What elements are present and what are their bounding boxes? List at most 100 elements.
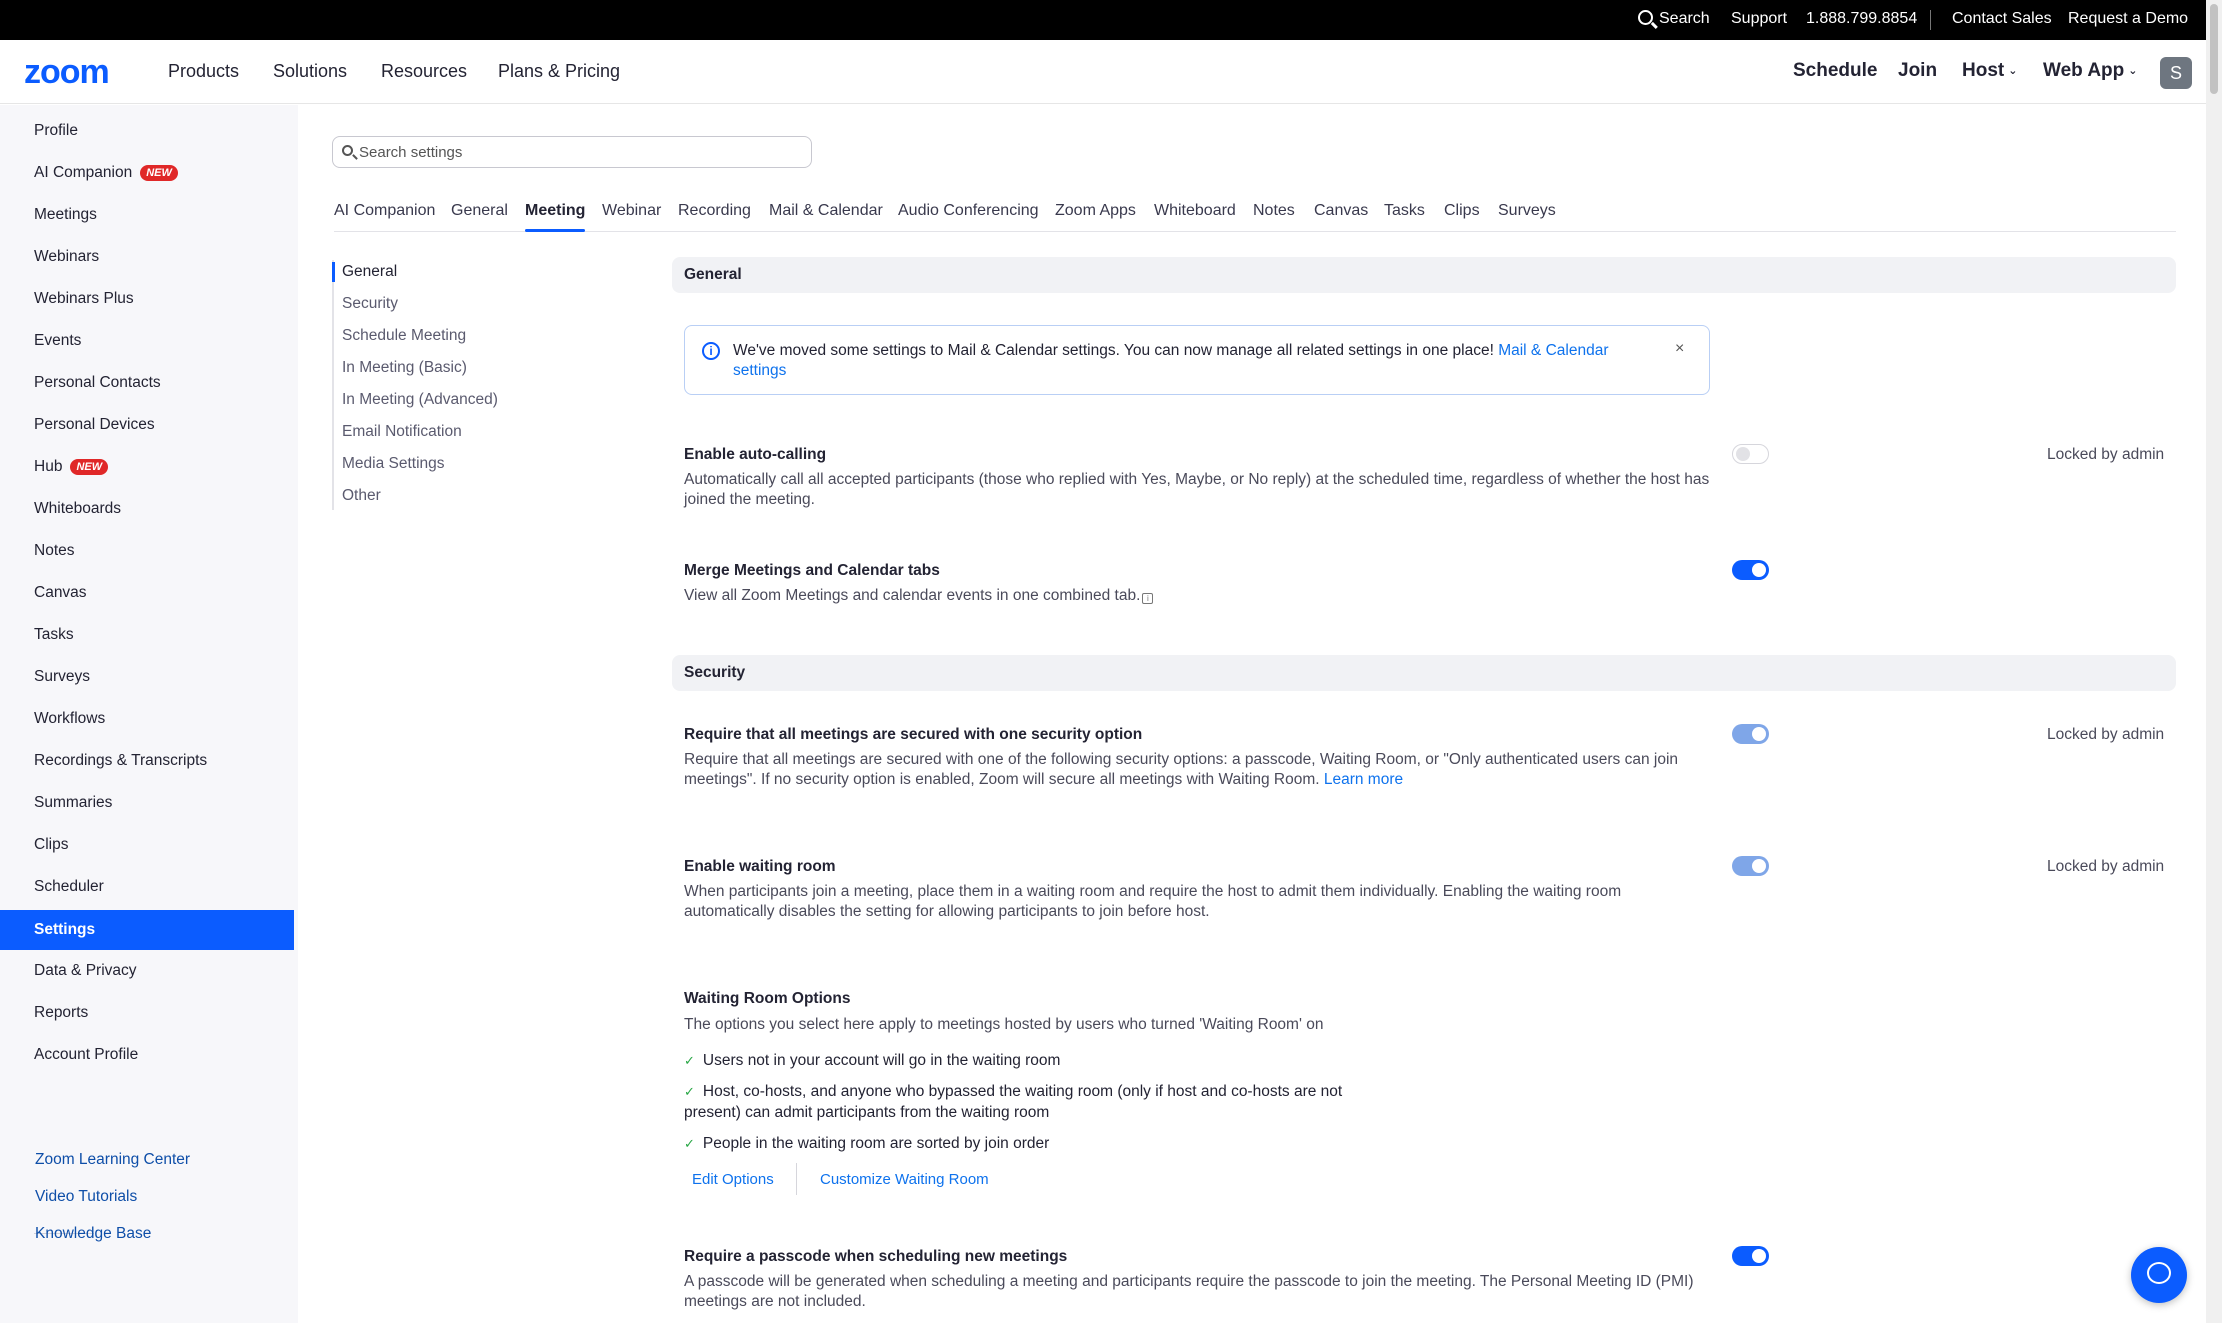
edit-options-link[interactable]: Edit Options bbox=[692, 1171, 774, 1188]
sidebar-item-recordings-transcripts[interactable]: Recordings & Transcripts bbox=[34, 752, 207, 770]
search-icon bbox=[342, 145, 353, 156]
checkmark-icon: ✓ bbox=[684, 1136, 695, 1151]
nav-plans-pricing[interactable]: Plans & Pricing bbox=[498, 61, 620, 82]
chevron-down-icon: ⌄ bbox=[2008, 65, 2018, 77]
learn-more-link[interactable]: Learn more bbox=[1324, 771, 1403, 788]
nav-products[interactable]: Products bbox=[168, 61, 239, 82]
tab-notes[interactable]: Notes bbox=[1253, 202, 1295, 220]
sidebar-item-data-privacy[interactable]: Data & Privacy bbox=[34, 962, 137, 980]
scrollbar-thumb[interactable] bbox=[2210, 4, 2218, 94]
chevron-down-icon: ⌄ bbox=[2128, 65, 2138, 77]
merge-tabs-title: Merge Meetings and Calendar tabs bbox=[684, 562, 940, 579]
nav-resources[interactable]: Resources bbox=[381, 61, 467, 82]
tab-tasks[interactable]: Tasks bbox=[1384, 202, 1425, 220]
sidebar-item-tasks[interactable]: Tasks bbox=[34, 626, 74, 644]
sidebar-item-clips[interactable]: Clips bbox=[34, 836, 68, 854]
schedule-link[interactable]: Schedule bbox=[1793, 60, 1877, 82]
sidebar-item-notes[interactable]: Notes bbox=[34, 542, 75, 560]
tab-whiteboard[interactable]: Whiteboard bbox=[1154, 202, 1236, 220]
search-icon bbox=[1638, 10, 1658, 29]
auto-calling-toggle[interactable] bbox=[1732, 444, 1769, 464]
passcode-title: Require a passcode when scheduling new m… bbox=[684, 1248, 1068, 1265]
sidebar-item-webinars-plus[interactable]: Webinars Plus bbox=[34, 290, 134, 308]
sidebar-item-whiteboards[interactable]: Whiteboards bbox=[34, 500, 121, 518]
zoom-logo[interactable]: zoom bbox=[24, 55, 110, 89]
sidebar-item-ai-companion[interactable]: AI Companion NEW bbox=[34, 164, 178, 182]
sidebar-item-surveys[interactable]: Surveys bbox=[34, 668, 90, 686]
tab-webinar[interactable]: Webinar bbox=[602, 202, 661, 220]
sidebar-item-account-profile[interactable]: Account Profile bbox=[34, 1046, 138, 1064]
customize-waiting-room-link[interactable]: Customize Waiting Room bbox=[820, 1171, 989, 1188]
page-scrollbar[interactable] bbox=[2206, 0, 2222, 1323]
sidebar-item-scheduler[interactable]: Scheduler bbox=[34, 878, 104, 896]
contact-sales-link[interactable]: Contact Sales bbox=[1952, 10, 2052, 28]
merge-tabs-toggle[interactable] bbox=[1732, 560, 1769, 580]
web-app-menu[interactable]: Web App ⌄ bbox=[2043, 60, 2138, 82]
locked-by-admin-label: Locked by admin bbox=[2047, 446, 2165, 463]
subnav-active-indicator bbox=[332, 262, 335, 282]
new-badge: NEW bbox=[70, 459, 109, 475]
sidebar-item-personal-devices[interactable]: Personal Devices bbox=[34, 416, 155, 434]
left-sidebar: Profile AI Companion NEW Meetings Webinar… bbox=[0, 105, 298, 1323]
nav-solutions[interactable]: Solutions bbox=[273, 61, 347, 82]
sidebar-item-workflows[interactable]: Workflows bbox=[34, 710, 105, 728]
tab-clips[interactable]: Clips bbox=[1444, 202, 1480, 220]
phone-link[interactable]: 1.888.799.8854 bbox=[1806, 10, 1917, 28]
top-utility-bar: Search Support 1.888.799.8854 Contact Sa… bbox=[0, 0, 2222, 40]
support-link[interactable]: Support bbox=[1731, 10, 1787, 28]
waiting-room-options-title: Waiting Room Options bbox=[684, 990, 851, 1007]
sidebar-item-settings[interactable]: Settings bbox=[0, 910, 294, 950]
join-link[interactable]: Join bbox=[1898, 60, 1937, 82]
merge-tabs-description: View all Zoom Meetings and calendar even… bbox=[684, 586, 1714, 606]
video-tutorials-link[interactable]: Video Tutorials bbox=[35, 1188, 137, 1206]
new-badge: NEW bbox=[140, 165, 178, 181]
zoom-learning-center-link[interactable]: Zoom Learning Center bbox=[35, 1151, 190, 1169]
subnav-other[interactable]: Other bbox=[342, 487, 381, 505]
tab-meeting[interactable]: Meeting bbox=[525, 202, 586, 232]
secure-option-title: Require that all meetings are secured wi… bbox=[684, 726, 1143, 743]
subnav-media-settings[interactable]: Media Settings bbox=[342, 455, 445, 473]
chat-help-button[interactable] bbox=[2131, 1247, 2187, 1303]
tab-zoom-apps[interactable]: Zoom Apps bbox=[1055, 202, 1136, 220]
subnav-schedule-meeting[interactable]: Schedule Meeting bbox=[342, 327, 466, 345]
sidebar-item-personal-contacts[interactable]: Personal Contacts bbox=[34, 374, 161, 392]
auto-calling-title: Enable auto-calling bbox=[684, 446, 827, 463]
sidebar-item-canvas[interactable]: Canvas bbox=[34, 584, 87, 602]
tab-mail-calendar[interactable]: Mail & Calendar bbox=[769, 202, 883, 220]
subnav-general[interactable]: General bbox=[342, 263, 397, 281]
checkmark-icon: ✓ bbox=[684, 1084, 695, 1099]
subnav-email-notification[interactable]: Email Notification bbox=[342, 423, 462, 441]
search-link[interactable]: Search bbox=[1638, 10, 1710, 29]
tab-ai-companion[interactable]: AI Companion bbox=[334, 202, 435, 220]
tooltip-icon[interactable]: i bbox=[1142, 593, 1154, 604]
chat-bubble-icon bbox=[2147, 1262, 2171, 1284]
waiting-room-toggle[interactable] bbox=[1732, 856, 1769, 876]
topbar-divider bbox=[1930, 10, 1931, 30]
sidebar-item-events[interactable]: Events bbox=[34, 332, 81, 350]
request-demo-link[interactable]: Request a Demo bbox=[2068, 10, 2188, 28]
notice-message: We've moved some settings to Mail & Cale… bbox=[733, 342, 1609, 379]
sidebar-item-hub[interactable]: Hub NEW bbox=[34, 458, 109, 476]
sidebar-item-reports[interactable]: Reports bbox=[34, 1004, 88, 1022]
sidebar-item-summaries[interactable]: Summaries bbox=[34, 794, 112, 812]
tab-surveys[interactable]: Surveys bbox=[1498, 202, 1556, 220]
close-icon[interactable]: × bbox=[1675, 340, 1684, 358]
secure-option-toggle[interactable] bbox=[1732, 724, 1769, 744]
waiting-room-check-item: ✓ Users not in your account will go in th… bbox=[684, 1052, 1061, 1069]
tab-canvas[interactable]: Canvas bbox=[1314, 202, 1368, 220]
sidebar-item-webinars[interactable]: Webinars bbox=[34, 248, 99, 266]
sidebar-item-meetings[interactable]: Meetings bbox=[34, 206, 97, 224]
sidebar-item-profile[interactable]: Profile bbox=[34, 122, 78, 140]
tab-audio-conferencing[interactable]: Audio Conferencing bbox=[898, 202, 1039, 220]
tab-general[interactable]: General bbox=[451, 202, 508, 220]
tab-recording[interactable]: Recording bbox=[678, 202, 751, 220]
subnav-security[interactable]: Security bbox=[342, 295, 398, 313]
subnav-in-meeting-advanced[interactable]: In Meeting (Advanced) bbox=[342, 391, 498, 409]
knowledge-base-link[interactable]: Knowledge Base bbox=[35, 1225, 151, 1243]
subnav-in-meeting-basic[interactable]: In Meeting (Basic) bbox=[342, 359, 467, 377]
search-input[interactable] bbox=[359, 140, 799, 164]
avatar[interactable]: S bbox=[2160, 57, 2192, 89]
passcode-toggle[interactable] bbox=[1732, 1246, 1769, 1266]
info-icon: i bbox=[702, 342, 720, 360]
host-menu[interactable]: Host ⌄ bbox=[1962, 60, 2017, 82]
